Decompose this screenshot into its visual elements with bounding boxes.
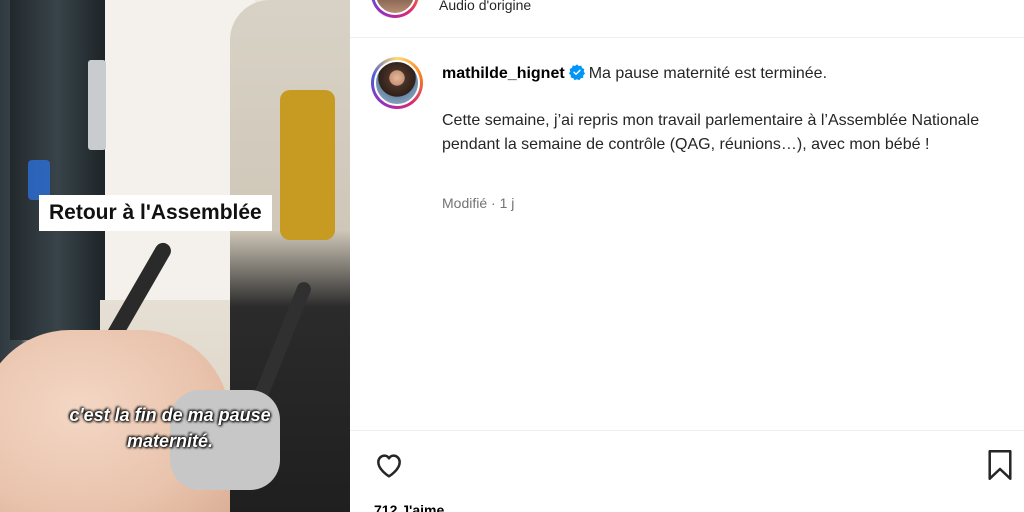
post-caption: mathilde_hignet Ma pause maternité est t… (442, 62, 1002, 157)
verified-badge-icon (568, 64, 585, 80)
post-meta: Modifié · 1 j (442, 193, 514, 213)
caption-body: Cette semaine, j’ai repris mon travail p… (442, 112, 980, 153)
post-panel: Audio d'origine mathilde_hignet Ma pause… (350, 0, 1024, 512)
header-avatar[interactable] (371, 0, 419, 18)
author-avatar[interactable] (371, 57, 423, 109)
video-subtitle: c'est la fin de ma pause maternité. (69, 405, 271, 451)
video-person-scarf (280, 90, 335, 240)
video-door-light (28, 160, 50, 200)
likes-count[interactable]: 712 J'aime (374, 502, 444, 512)
post-age[interactable]: 1 j (500, 195, 515, 211)
post-header: Audio d'origine (350, 0, 1024, 38)
video-door (10, 0, 105, 340)
heart-icon[interactable] (373, 449, 405, 481)
bookmark-icon[interactable] (986, 449, 1014, 481)
video-overlay-title: Retour à l'Assemblée (39, 195, 272, 231)
edited-label: Modifié (442, 195, 488, 211)
actions-divider (350, 430, 1024, 431)
video-door-handle (88, 60, 106, 150)
reel-video[interactable]: Retour à l'Assemblée c'est la fin de ma … (0, 0, 350, 512)
meta-separator: · (491, 195, 496, 211)
caption-first-line: Ma pause maternité est terminée. (588, 65, 828, 82)
audio-label[interactable]: Audio d'origine (439, 0, 531, 14)
author-username[interactable]: mathilde_hignet (442, 65, 565, 82)
